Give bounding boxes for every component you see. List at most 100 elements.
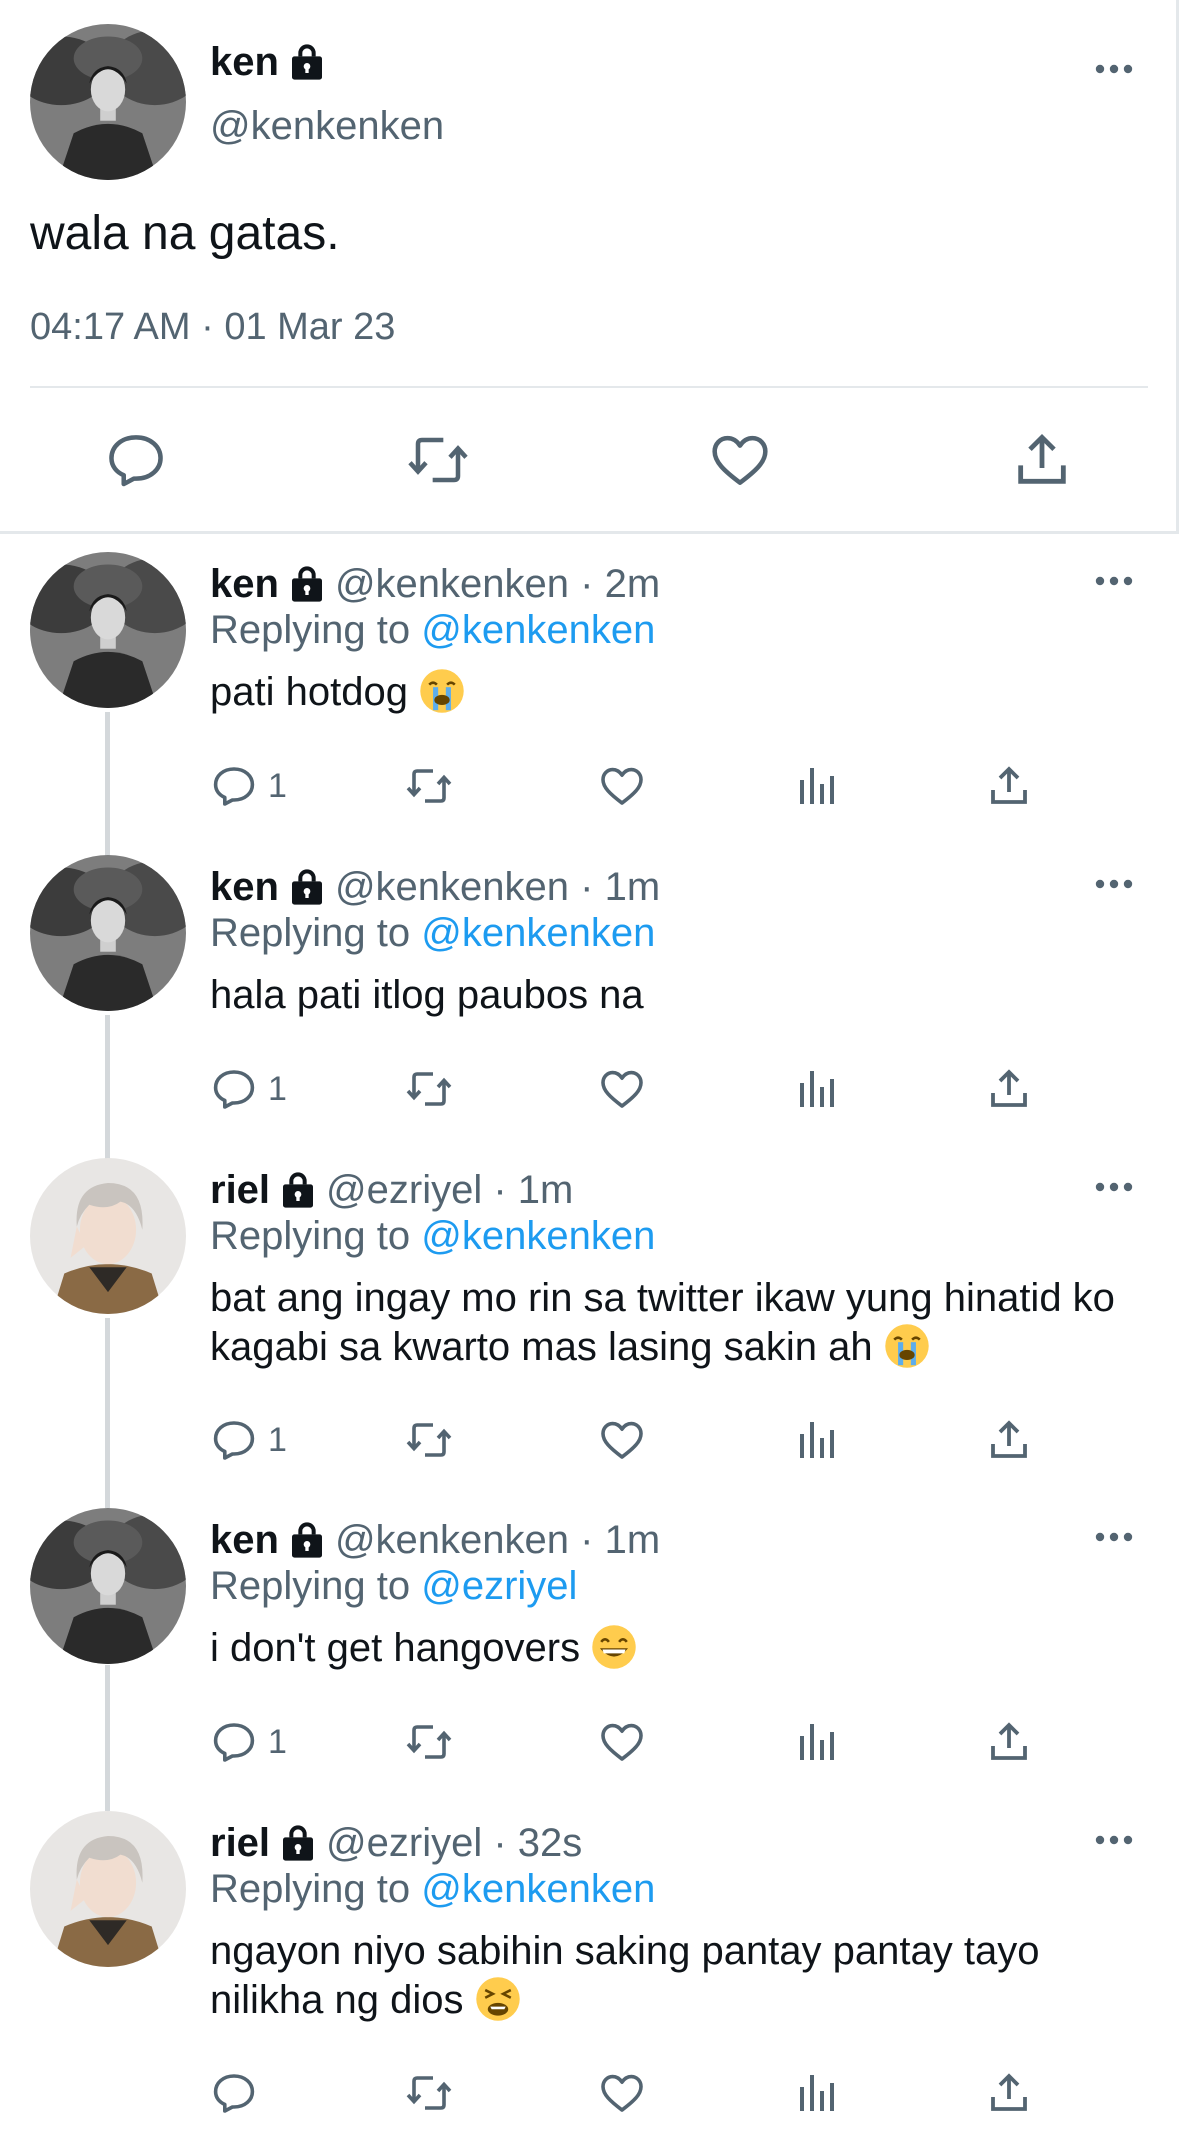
author-name-text: ken [210,40,279,84]
reply-text-content: ngayon niyo sabihin saking pantay pantay… [210,1929,1040,2022]
like-icon[interactable] [598,1063,646,1115]
reply-count: 1 [268,1722,287,1761]
share-icon[interactable] [985,1063,1033,1115]
more-icon[interactable] [1094,1180,1134,1194]
views-icon[interactable] [792,1716,840,1768]
reply-text-content: pati hotdog [210,670,408,714]
mention-link[interactable]: @kenkenken [421,608,655,652]
share-icon[interactable] [985,2067,1033,2119]
reply-tweet[interactable]: riel @ezriyel · 1m Replying to @kenkenke… [0,1158,1179,1498]
views-icon[interactable] [792,760,840,812]
share-icon[interactable] [985,760,1033,812]
reply-header: ken @kenkenken · 2m [210,562,660,607]
grinning-face-emoji [591,1625,637,1670]
lock-icon [278,1171,318,1211]
replying-label: Replying to [210,608,411,652]
replying-label: Replying to [210,1564,411,1608]
reply-tweet[interactable]: riel @ezriyel · 32s Replying to @kenkenk… [0,1811,1179,2131]
views-icon[interactable] [792,2067,840,2119]
tweet-timestamp[interactable]: 04:17 AM · 01 Mar 23 [30,306,395,349]
reply-header: ken @kenkenken · 1m [210,1518,660,1563]
reply-tweet[interactable]: ken @kenkenken · 2m Replying to @kenkenk… [0,552,1179,848]
author-handle[interactable]: @kenkenken [210,104,444,149]
mention-link[interactable]: @kenkenken [421,911,655,955]
views-icon[interactable] [792,1414,840,1466]
like-icon[interactable] [708,428,772,492]
avatar-ken-image [30,1508,186,1664]
like-icon[interactable] [598,2067,646,2119]
like-icon[interactable] [598,760,646,812]
reply-icon[interactable] [104,428,168,492]
like-icon[interactable] [598,1716,646,1768]
reply-tweet[interactable]: ken @kenkenken · 1m Replying to @kenkenk… [0,855,1179,1151]
replying-to: Replying to @ezriyel [210,1564,577,1609]
avatar[interactable] [30,552,186,708]
mention-link[interactable]: @kenkenken [421,1867,655,1911]
avatar[interactable] [30,1811,186,1967]
reply-count: 1 [268,1420,287,1459]
author-name[interactable]: riel [210,1821,270,1866]
reply-button[interactable]: 1 [210,1063,287,1115]
author-name[interactable]: riel [210,1168,270,1213]
avatar[interactable] [30,855,186,1011]
reply-text: ngayon niyo sabihin saking pantay pantay… [210,1927,1140,2025]
share-icon[interactable] [1010,428,1074,492]
reply-count: 1 [268,766,287,805]
divider [0,531,1179,534]
retweet-icon[interactable] [406,428,470,492]
avatar-ken-image [30,24,186,180]
crying-face-emoji [419,669,465,714]
more-icon[interactable] [1094,1833,1134,1847]
avatar[interactable] [30,24,186,180]
author-handle-time[interactable]: @kenkenken · 1m [335,1518,660,1563]
retweet-icon[interactable] [405,1414,453,1466]
reply-text: i don't get hangovers [210,1624,1140,1673]
more-icon[interactable] [1094,62,1134,76]
reply-button[interactable]: 1 [210,760,287,812]
replying-to: Replying to @kenkenken [210,608,655,653]
retweet-icon[interactable] [405,1716,453,1768]
replying-label: Replying to [210,911,411,955]
weary-face-emoji [475,1977,521,2022]
reply-tweet[interactable]: ken @kenkenken · 1m Replying to @ezriyel… [0,1508,1179,1804]
author-handle-time[interactable]: @kenkenken · 1m [335,865,660,910]
author-handle-time[interactable]: @ezriyel · 32s [326,1821,582,1866]
reply-icon [213,2074,255,2113]
more-icon[interactable] [1094,877,1134,891]
mention-link[interactable]: @ezriyel [421,1564,577,1608]
reply-button[interactable]: 1 [210,1414,287,1466]
author-name[interactable]: ken [210,40,327,85]
avatar-riel-image [30,1158,186,1314]
avatar[interactable] [30,1508,186,1664]
author-name[interactable]: ken [210,865,279,910]
views-icon[interactable] [792,1063,840,1115]
more-icon[interactable] [1094,1530,1134,1544]
reply-button[interactable] [210,2067,268,2119]
reply-text: pati hotdog [210,668,1140,717]
avatar-ken-image [30,855,186,1011]
retweet-icon[interactable] [405,760,453,812]
lock-icon [278,1824,318,1864]
like-icon[interactable] [598,1414,646,1466]
replying-label: Replying to [210,1867,411,1911]
retweet-icon[interactable] [405,1063,453,1115]
author-handle-time[interactable]: @kenkenken · 2m [335,562,660,607]
more-icon[interactable] [1094,574,1134,588]
retweet-icon[interactable] [405,2067,453,2119]
avatar-ken-image [30,552,186,708]
lock-icon [287,1521,327,1561]
avatar[interactable] [30,1158,186,1314]
share-icon[interactable] [985,1414,1033,1466]
tweet-text: wala na gatas. [30,207,340,260]
author-handle-time[interactable]: @ezriyel · 1m [326,1168,573,1213]
reply-header: ken @kenkenken · 1m [210,865,660,910]
reply-button[interactable]: 1 [210,1716,287,1768]
author-name[interactable]: ken [210,1518,279,1563]
reply-icon [213,767,255,806]
mention-link[interactable]: @kenkenken [421,1214,655,1258]
reply-text-content: bat ang ingay mo rin sa twitter ikaw yun… [210,1276,1115,1369]
main-tweet: ken @kenkenken wala na gatas. 04:17 AM ·… [0,0,1179,532]
replying-to: Replying to @kenkenken [210,1867,655,1912]
author-name[interactable]: ken [210,562,279,607]
share-icon[interactable] [985,1716,1033,1768]
